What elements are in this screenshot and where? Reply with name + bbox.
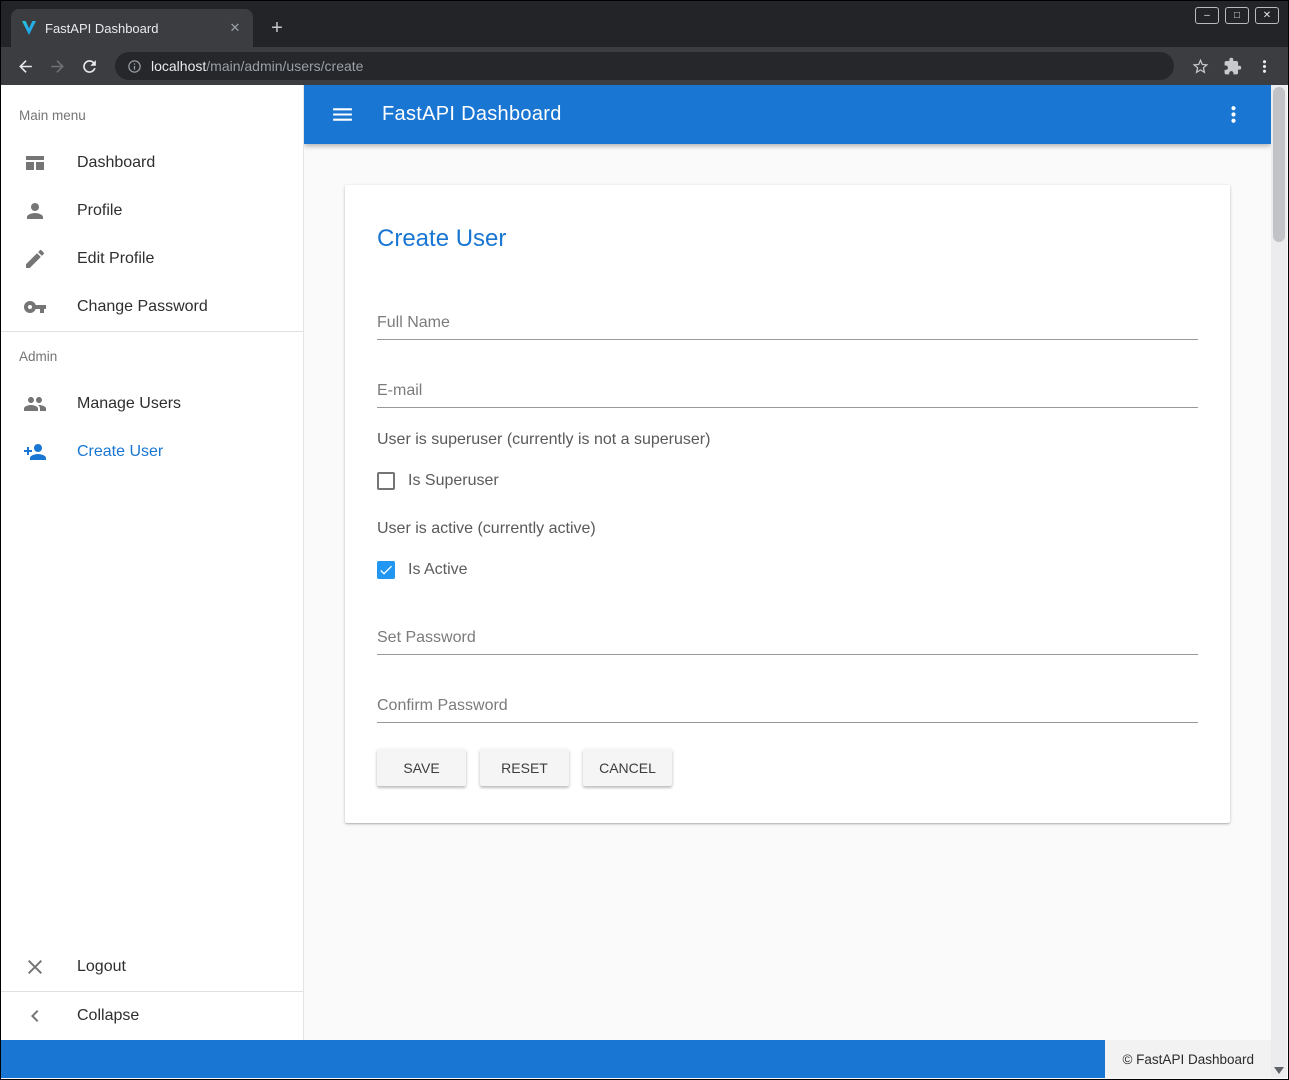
hamburger-menu-button[interactable] xyxy=(324,97,360,133)
sidebar-item-label: Dashboard xyxy=(77,154,155,172)
new-tab-button[interactable]: + xyxy=(263,14,291,42)
url-host: localhost xyxy=(151,58,206,74)
reload-button[interactable] xyxy=(75,52,103,80)
key-icon xyxy=(23,295,47,319)
window-maximize-button[interactable]: □ xyxy=(1225,7,1249,24)
browser-tab[interactable]: FastAPI Dashboard ✕ xyxy=(11,9,253,47)
window-close-button[interactable]: ✕ xyxy=(1255,7,1279,24)
sidebar-item-manage-users[interactable]: Manage Users xyxy=(1,380,303,428)
sidebar-section-header-admin: Admin xyxy=(1,332,303,380)
sidebar-item-collapse[interactable]: Collapse xyxy=(1,992,303,1040)
tab-close-icon[interactable]: ✕ xyxy=(227,20,243,36)
browser-menu-button[interactable] xyxy=(1250,52,1278,80)
scrollbar-down-arrow-icon[interactable] xyxy=(1274,1067,1284,1074)
is-active-label[interactable]: Is Active xyxy=(408,561,468,579)
active-note: User is active (currently active) xyxy=(377,519,1198,538)
footer-bar xyxy=(1,1040,1105,1078)
set-password-field[interactable]: Set Password xyxy=(377,628,1198,655)
sidebar-item-label: Logout xyxy=(77,958,126,976)
url-text: localhost/main/admin/users/create xyxy=(151,58,363,74)
dots-vertical-icon xyxy=(1255,57,1274,76)
app-title: FastAPI Dashboard xyxy=(382,103,562,126)
sidebar-item-profile[interactable]: Profile xyxy=(1,187,303,235)
sidebar-spacer xyxy=(1,476,303,943)
is-active-checkbox-row: Is Active xyxy=(377,558,1198,582)
sidebar-item-label: Profile xyxy=(77,202,122,220)
sidebar-item-create-user[interactable]: Create User xyxy=(1,428,303,476)
scrollbar-thumb[interactable] xyxy=(1273,87,1285,242)
save-button[interactable]: SAVE xyxy=(377,749,466,786)
full-name-label: Full Name xyxy=(377,313,1198,332)
url-bar[interactable]: localhost/main/admin/users/create xyxy=(115,52,1174,80)
star-icon xyxy=(1191,57,1210,76)
back-arrow-icon xyxy=(16,57,35,76)
reload-icon xyxy=(80,57,99,76)
app-footer: © FastAPI Dashboard xyxy=(1,1040,1271,1078)
confirm-password-label: Confirm Password xyxy=(377,696,1198,715)
full-name-field[interactable]: Full Name xyxy=(377,313,1198,340)
create-user-card: Create User Full Name E-mail User is sup… xyxy=(345,185,1230,823)
person-icon xyxy=(23,199,47,223)
sidebar-item-dashboard[interactable]: Dashboard xyxy=(1,139,303,187)
sidebar-item-label: Manage Users xyxy=(77,395,181,413)
check-icon xyxy=(378,562,394,578)
window-controls: – □ ✕ xyxy=(1195,7,1279,24)
browser-window: FastAPI Dashboard ✕ + – □ ✕ localhost/ma… xyxy=(0,0,1289,1080)
email-label: E-mail xyxy=(377,381,1198,400)
chevron-left-icon xyxy=(23,1004,47,1028)
is-superuser-label[interactable]: Is Superuser xyxy=(408,472,499,490)
close-icon xyxy=(23,955,47,979)
app-bar: FastAPI Dashboard xyxy=(304,85,1271,144)
extensions-icon xyxy=(1223,57,1242,76)
email-field[interactable]: E-mail xyxy=(377,381,1198,408)
confirm-password-field[interactable]: Confirm Password xyxy=(377,696,1198,723)
superuser-note: User is superuser (currently is not a su… xyxy=(377,430,1198,449)
url-path: /main/admin/users/create xyxy=(206,58,363,74)
footer-copyright: © FastAPI Dashboard xyxy=(1105,1040,1271,1078)
bookmark-button[interactable] xyxy=(1186,52,1214,80)
sidebar-item-label: Edit Profile xyxy=(77,250,154,268)
back-button[interactable] xyxy=(11,52,39,80)
vuetify-favicon-icon xyxy=(21,20,37,36)
app-menu-button[interactable] xyxy=(1215,97,1251,133)
forward-button[interactable] xyxy=(43,52,71,80)
main-content: Create User Full Name E-mail User is sup… xyxy=(305,144,1271,1040)
window-minimize-button[interactable]: – xyxy=(1195,7,1219,24)
dashboard-icon xyxy=(23,151,47,175)
forward-arrow-icon xyxy=(48,57,67,76)
page-title: Create User xyxy=(377,225,1198,253)
page-info-icon xyxy=(127,59,142,74)
sidebar: Main menu Dashboard Profile Edit Profile… xyxy=(1,85,304,1040)
person-add-icon xyxy=(23,440,47,464)
browser-toolbar: localhost/main/admin/users/create xyxy=(1,47,1288,85)
sidebar-item-logout[interactable]: Logout xyxy=(1,943,303,991)
is-active-checkbox[interactable] xyxy=(377,561,395,579)
sidebar-section-header-main-menu: Main menu xyxy=(1,91,303,139)
cancel-button[interactable]: CANCEL xyxy=(583,749,672,786)
dots-vertical-icon xyxy=(1221,102,1246,127)
sidebar-item-label: Change Password xyxy=(77,298,208,316)
is-superuser-checkbox[interactable] xyxy=(377,472,395,490)
is-superuser-checkbox-row: Is Superuser xyxy=(377,469,1198,493)
reset-button[interactable]: RESET xyxy=(480,749,569,786)
hamburger-icon xyxy=(330,102,355,127)
field-underline xyxy=(377,407,1198,408)
tab-title: FastAPI Dashboard xyxy=(45,21,219,36)
field-underline xyxy=(377,654,1198,655)
sidebar-item-edit-profile[interactable]: Edit Profile xyxy=(1,235,303,283)
field-underline xyxy=(377,339,1198,340)
form-buttons: SAVE RESET CANCEL xyxy=(377,749,1198,786)
sidebar-item-label: Create User xyxy=(77,443,163,461)
sidebar-item-change-password[interactable]: Change Password xyxy=(1,283,303,331)
field-underline xyxy=(377,722,1198,723)
sidebar-item-label: Collapse xyxy=(77,1007,139,1025)
pencil-icon xyxy=(23,247,47,271)
browser-titlebar: FastAPI Dashboard ✕ + – □ ✕ xyxy=(1,1,1288,47)
people-icon xyxy=(23,392,47,416)
extensions-button[interactable] xyxy=(1218,52,1246,80)
page-scrollbar[interactable] xyxy=(1271,85,1287,1078)
set-password-label: Set Password xyxy=(377,628,1198,647)
